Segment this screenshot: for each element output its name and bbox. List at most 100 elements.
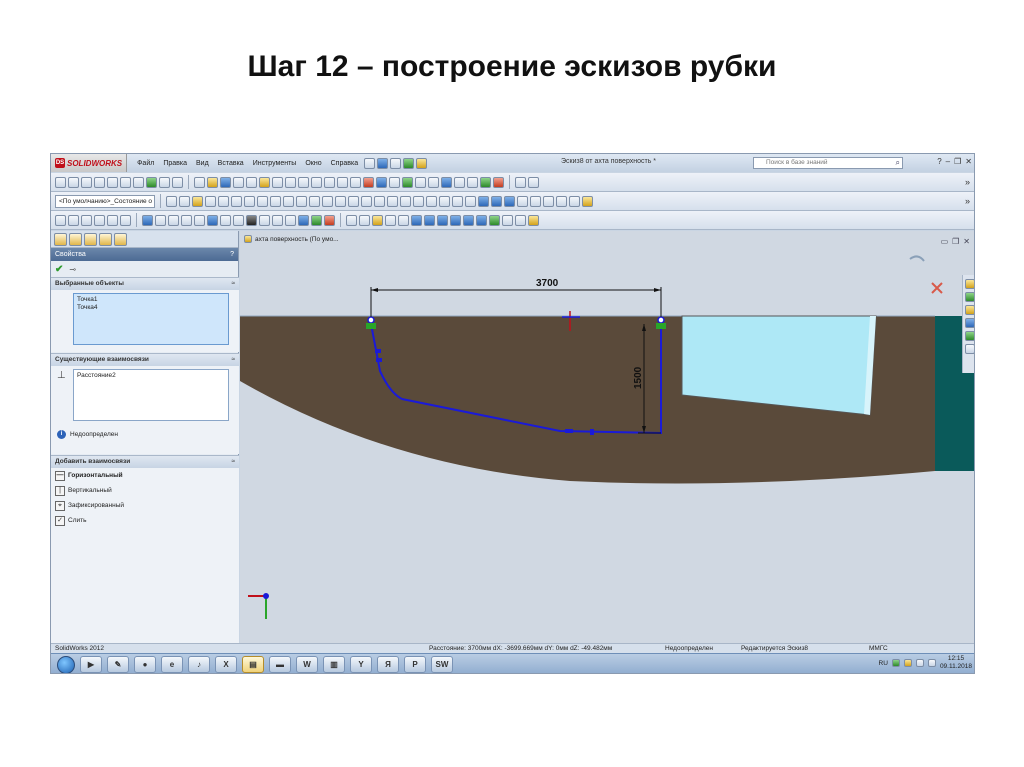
iso-view-icon[interactable] — [233, 214, 244, 226]
text-icon[interactable] — [400, 195, 411, 207]
list-item[interactable]: Точка4 — [77, 304, 225, 312]
circle-icon[interactable] — [283, 195, 294, 207]
thicken-icon[interactable] — [502, 214, 513, 226]
pattern-icon[interactable] — [478, 195, 489, 207]
selected-objects-list[interactable]: Точка1 Точка4 — [73, 293, 229, 345]
arc-icon[interactable] — [107, 176, 118, 188]
spline-icon[interactable] — [322, 195, 333, 207]
menu-item-edit[interactable]: Правка — [163, 160, 187, 167]
cancel-x-icon[interactable] — [931, 282, 943, 294]
rotate-icon[interactable] — [107, 214, 118, 226]
parallelogram-icon[interactable] — [257, 195, 268, 207]
open-icon[interactable] — [207, 176, 218, 188]
curvature-icon[interactable] — [385, 214, 396, 226]
cancel-icon[interactable] — [493, 176, 504, 188]
options-icon[interactable] — [416, 157, 428, 169]
knit-icon[interactable] — [515, 214, 526, 226]
dimension-1500[interactable]: 1500 — [633, 366, 644, 389]
mirror-icon[interactable] — [159, 176, 170, 188]
design-library-icon[interactable] — [964, 292, 974, 302]
select-filter-icon[interactable] — [166, 195, 177, 207]
coincident-icon[interactable] — [543, 195, 554, 207]
tray-network-icon[interactable] — [915, 659, 924, 667]
file-explorer-icon[interactable] — [964, 305, 974, 315]
delete-icon[interactable] — [363, 176, 374, 188]
undo-icon[interactable] — [376, 176, 387, 188]
ellipse-icon[interactable] — [296, 195, 307, 207]
menu-item-view[interactable]: Вид — [196, 160, 209, 167]
feature-tree-tab-icon[interactable] — [54, 232, 67, 246]
solidworks-taskbar-icon[interactable]: SW — [431, 656, 453, 673]
axis-display-icon[interactable] — [450, 214, 461, 226]
grid-icon[interactable] — [454, 176, 465, 188]
relation-vertical[interactable]: | Вертикальный — [51, 483, 239, 498]
toolbar-overflow-icon[interactable]: » — [965, 177, 970, 187]
sketch-icon[interactable] — [192, 195, 203, 207]
winrar-icon[interactable]: ▥ — [323, 656, 345, 673]
fillet-icon[interactable] — [374, 195, 385, 207]
back-view-icon[interactable] — [168, 214, 179, 226]
sketch-point-4[interactable] — [657, 316, 665, 324]
rectangle-icon[interactable] — [231, 195, 242, 207]
mirror-icon[interactable] — [452, 195, 463, 207]
shaded-icon[interactable] — [246, 214, 257, 226]
zoom-to-fit-icon[interactable] — [55, 214, 66, 226]
internet-explorer-icon[interactable]: e — [161, 656, 183, 673]
sketch-canvas[interactable]: 3700 1500 — [240, 231, 975, 643]
right-view-icon[interactable] — [194, 214, 205, 226]
diamond-icon[interactable] — [244, 195, 255, 207]
relation-fixed[interactable]: ⌖ Зафиксированный — [51, 498, 239, 513]
pin-icon[interactable] — [364, 157, 376, 169]
confirmation-corner-icon[interactable] — [909, 255, 925, 262]
existing-relations-header[interactable]: Существующие взаимосвязи ≈ — [51, 354, 239, 366]
resources-icon[interactable] — [964, 279, 974, 289]
horizontal-icon[interactable] — [517, 195, 528, 207]
vertical-icon[interactable] — [530, 195, 541, 207]
collapse-icon[interactable]: ≈ — [231, 278, 235, 290]
zebra-icon[interactable] — [398, 214, 409, 226]
terminal-icon[interactable]: ▬ — [269, 656, 291, 673]
realview-icon[interactable] — [324, 214, 335, 226]
collapse-icon[interactable]: ≈ — [231, 354, 235, 366]
sweep-icon[interactable] — [298, 176, 309, 188]
graphics-area[interactable]: ахта поверхность (По умо... ▭ ❐ ✕ 3700 1… — [240, 231, 975, 643]
spline-icon[interactable] — [120, 176, 131, 188]
zoom-out-icon[interactable] — [94, 214, 105, 226]
window-tile-icon[interactable] — [515, 176, 526, 188]
mass-props-icon[interactable] — [359, 214, 370, 226]
audio-icon[interactable]: ♪ — [188, 656, 210, 673]
grid-icon[interactable] — [179, 195, 190, 207]
fix-icon[interactable] — [504, 195, 515, 207]
smart-dimension-icon[interactable] — [55, 176, 66, 188]
display-icon[interactable] — [467, 176, 478, 188]
paste-icon[interactable] — [350, 176, 361, 188]
cut-icon[interactable] — [324, 176, 335, 188]
minimize-icon[interactable]: – — [946, 157, 950, 166]
centerline-icon[interactable] — [361, 195, 372, 207]
circle-icon[interactable] — [94, 176, 105, 188]
add-relations-header[interactable]: Добавить взаимосвязи ≈ — [51, 456, 239, 468]
sketch-icon[interactable] — [259, 176, 270, 188]
yandex-icon[interactable]: Я — [377, 656, 399, 673]
zoom-fit-icon[interactable] — [415, 176, 426, 188]
property-manager-tab-icon[interactable] — [69, 232, 82, 246]
offset-icon[interactable] — [172, 176, 183, 188]
help-icon[interactable]: ? — [230, 248, 234, 261]
view-palette-icon[interactable] — [964, 318, 974, 328]
custom-properties-icon[interactable] — [964, 344, 974, 354]
extrude-icon[interactable] — [272, 176, 283, 188]
relations-icon[interactable] — [146, 176, 157, 188]
sketch-display-icon[interactable] — [424, 214, 435, 226]
select-icon[interactable] — [390, 157, 402, 169]
appearance-icon[interactable] — [298, 214, 309, 226]
add-in-icon[interactable] — [528, 214, 539, 226]
browser-globe-icon[interactable]: ● — [134, 656, 156, 673]
language-indicator[interactable]: RU — [879, 660, 888, 667]
pan-icon[interactable] — [120, 214, 131, 226]
collapse-icon[interactable]: ≈ — [231, 456, 235, 468]
existing-relations-list[interactable]: Расстояние2 — [73, 369, 229, 421]
appearances-icon[interactable] — [964, 331, 974, 341]
copy-icon[interactable] — [337, 176, 348, 188]
front-view-icon[interactable] — [155, 214, 166, 226]
close-icon[interactable]: ✕ — [965, 157, 972, 166]
